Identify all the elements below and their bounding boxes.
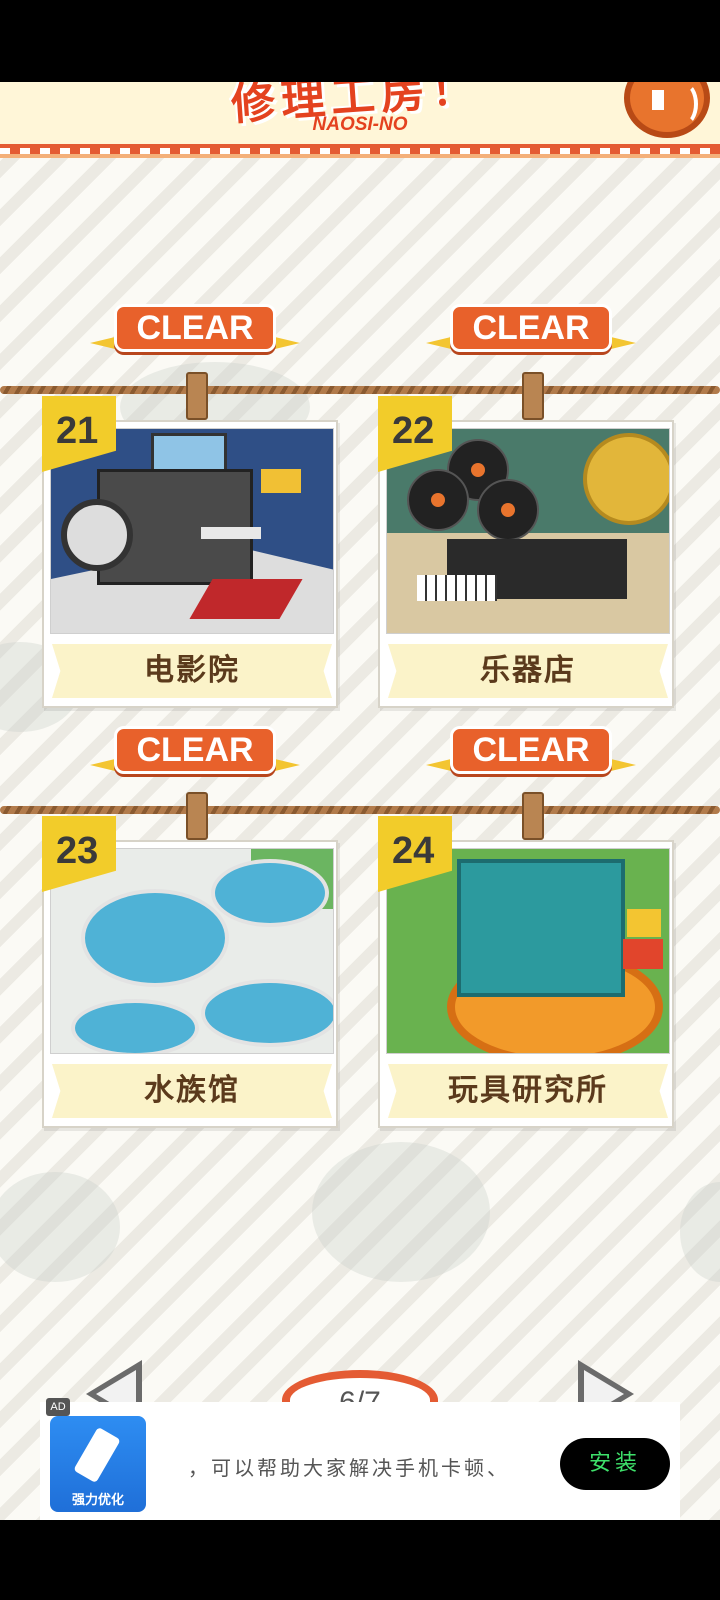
stage-name: 玩具研究所 <box>388 1064 668 1118</box>
sound-button[interactable] <box>624 82 710 138</box>
scene-marquee <box>201 527 261 539</box>
stage-card-24[interactable]: 24 玩具研究所 <box>378 816 674 1128</box>
stage-name: 电影院 <box>52 644 332 698</box>
stage-thumbnail-cinema <box>50 428 334 634</box>
vinyl-record-icon <box>477 479 539 541</box>
stage-card-22[interactable]: 22 乐器店 <box>378 396 674 708</box>
clear-badge: CLEAR <box>90 726 300 790</box>
navigation-bar <box>0 1520 720 1600</box>
status-bar <box>0 0 720 82</box>
sound-wave-icon <box>670 82 698 126</box>
background-building <box>680 1182 720 1282</box>
clear-badge: CLEAR <box>426 726 636 790</box>
clothesline-rope <box>0 806 720 814</box>
lego-block-icon <box>627 909 661 937</box>
clear-label: CLEAR <box>114 726 276 774</box>
clear-badge: CLEAR <box>426 304 636 368</box>
clothespin <box>186 792 208 840</box>
install-button[interactable]: 安装 <box>560 1438 670 1490</box>
background-building <box>0 1172 120 1282</box>
header: 修理工房！ NAOSI-NO <box>0 82 720 154</box>
scene-pool <box>211 859 329 927</box>
stage-thumbnail-toy-lab <box>386 848 670 1054</box>
gramophone-icon <box>583 433 669 525</box>
lego-block-icon <box>623 939 663 969</box>
ad-banner[interactable]: 强力优化 AD ，可以帮助大家解决手机卡顿、 安装 <box>40 1398 680 1520</box>
ad-app-name: 强力优化 <box>71 1493 124 1508</box>
background-building <box>312 1142 490 1282</box>
broom-icon <box>73 1426 121 1484</box>
clothespin <box>522 372 544 420</box>
game-subtitle: NAOSI-NO <box>312 114 408 135</box>
clear-label: CLEAR <box>450 726 612 774</box>
clothespin <box>522 792 544 840</box>
app-icon[interactable]: 强力优化 <box>50 1416 146 1512</box>
stage-thumbnail-aquarium <box>50 848 334 1054</box>
clear-label: CLEAR <box>114 304 276 352</box>
clothespin <box>186 372 208 420</box>
piano-icon <box>417 575 497 601</box>
stage-name: 乐器店 <box>388 644 668 698</box>
stage-thumbnail-music-shop <box>386 428 670 634</box>
stage-card-21[interactable]: 21 电影院 <box>42 396 338 708</box>
game-title: 修理工房！ <box>229 82 483 131</box>
ad-description: ，可以帮助大家解决手机卡顿、 <box>188 1456 510 1480</box>
scene-pool <box>201 979 333 1047</box>
clear-badge: CLEAR <box>90 304 300 368</box>
header-trim <box>0 148 720 154</box>
film-reel-icon <box>61 499 133 571</box>
scene-taxi <box>261 469 301 493</box>
clear-label: CLEAR <box>450 304 612 352</box>
ad-label: AD <box>46 1398 70 1416</box>
clothesline-rope <box>0 386 720 394</box>
game-screen: 修理工房！ NAOSI-NO CLEAR CLEAR 21 电影院 22 乐器店… <box>0 82 720 1520</box>
scene-pool <box>81 889 229 987</box>
stage-name: 水族馆 <box>52 1064 332 1118</box>
scene-toy-building <box>457 859 625 997</box>
speaker-icon <box>652 90 664 110</box>
vinyl-record-icon <box>407 469 469 531</box>
stage-card-23[interactable]: 23 水族馆 <box>42 816 338 1128</box>
scene-pool <box>71 999 199 1053</box>
